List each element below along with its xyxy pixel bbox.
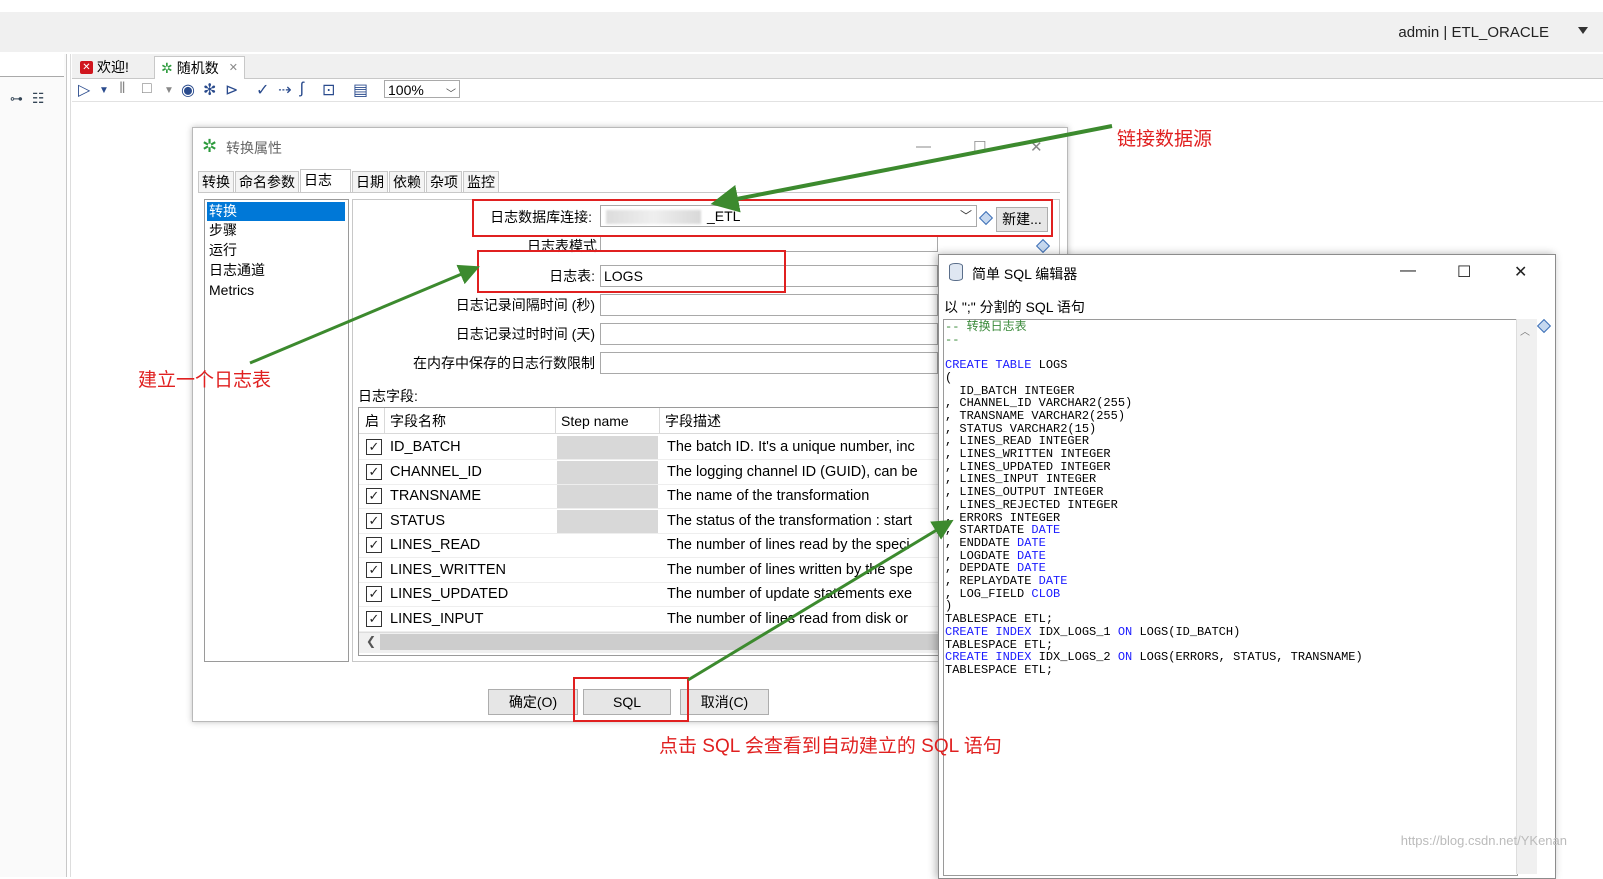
arrow-to-log-table [249, 264, 480, 365]
watermark: https://blog.csdn.net/YKenan [1400, 833, 1567, 848]
arrow-to-db-connection [710, 124, 1113, 213]
arrow-to-sql-editor [687, 519, 954, 682]
annotation-arrows [249, 124, 1113, 682]
